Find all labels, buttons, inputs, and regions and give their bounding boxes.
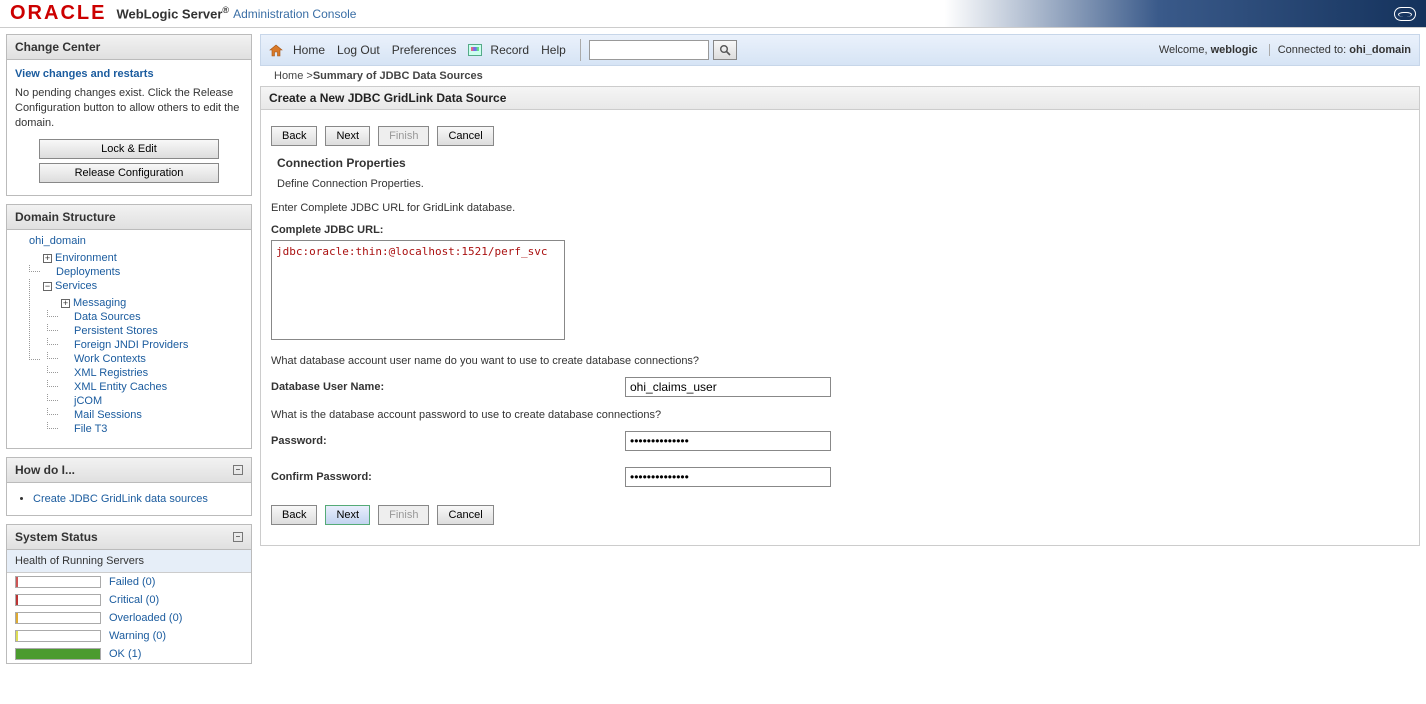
tree-work-contexts[interactable]: Work Contexts — [74, 353, 146, 365]
header-gradient — [356, 0, 1426, 27]
welcome-text: Welcome, weblogic Connected to: ohi_doma… — [1159, 44, 1411, 56]
cancel-button[interactable]: Cancel — [437, 126, 493, 146]
console-label: Administration Console — [233, 7, 356, 21]
status-bar-warning — [15, 630, 101, 642]
toolbar-logout[interactable]: Log Out — [337, 43, 380, 57]
username-input[interactable] — [625, 377, 831, 397]
jdbc-instruction: Enter Complete JDBC URL for GridLink dat… — [271, 202, 1409, 214]
confirm-password-label: Confirm Password: — [271, 471, 625, 483]
app-header: ORACLE WebLogic Server® Administration C… — [0, 0, 1426, 28]
cancel-button-bottom[interactable]: Cancel — [437, 505, 493, 525]
collapse-icon[interactable]: − — [43, 282, 52, 291]
domain-structure-panel: Domain Structure ohi_domain +Environment… — [6, 204, 252, 449]
status-bar-ok — [15, 648, 101, 660]
minimize-icon[interactable]: – — [233, 465, 243, 475]
username-label: Database User Name: — [271, 381, 625, 393]
back-button[interactable]: Back — [271, 126, 317, 146]
tree-file-t3[interactable]: File T3 — [74, 423, 107, 435]
tree-environment[interactable]: Environment — [55, 252, 117, 264]
status-bar-overloaded — [15, 612, 101, 624]
status-overloaded[interactable]: Overloaded (0) — [109, 612, 182, 624]
back-button-bottom[interactable]: Back — [271, 505, 317, 525]
main-toolbar: Home Log Out Preferences Record Help Wel… — [260, 34, 1420, 66]
tree-data-sources[interactable]: Data Sources — [74, 311, 141, 323]
toolbar-help[interactable]: Help — [541, 43, 566, 57]
search-input[interactable] — [589, 40, 709, 60]
status-critical[interactable]: Critical (0) — [109, 594, 159, 606]
password-question: What is the database account password to… — [271, 409, 1409, 421]
password-input[interactable] — [625, 431, 831, 451]
breadcrumb: Home >Summary of JDBC Data Sources — [260, 66, 1420, 86]
username-question: What database account user name do you w… — [271, 355, 1409, 367]
toolbar-preferences[interactable]: Preferences — [392, 43, 457, 57]
howdo-header: How do I... – — [7, 458, 251, 483]
tree-foreign-jndi[interactable]: Foreign JNDI Providers — [74, 339, 188, 351]
domain-tree-scroll[interactable]: ohi_domain +Environment Deployments −Ser… — [7, 230, 251, 448]
finish-button: Finish — [378, 126, 429, 146]
health-subtitle: Health of Running Servers — [7, 550, 251, 573]
help-orb-icon[interactable] — [1394, 7, 1416, 21]
jdbc-url-label: Complete JDBC URL: — [271, 224, 1409, 236]
tree-deployments[interactable]: Deployments — [56, 266, 120, 278]
next-button-bottom[interactable]: Next — [325, 505, 370, 525]
product-name: WebLogic Server® — [116, 5, 229, 21]
minimize-icon[interactable]: – — [233, 532, 243, 542]
section-heading: Connection Properties — [277, 156, 1409, 170]
jdbc-url-input[interactable]: jdbc:oracle:thin:@localhost:1521/perf_sv… — [271, 240, 565, 340]
lock-edit-button[interactable]: Lock & Edit — [39, 139, 219, 159]
release-config-button[interactable]: Release Configuration — [39, 163, 219, 183]
status-warning[interactable]: Warning (0) — [109, 630, 166, 642]
expand-icon[interactable]: + — [61, 299, 70, 308]
tree-persistent-stores[interactable]: Persistent Stores — [74, 325, 158, 337]
howdo-panel: How do I... – Create JDBC GridLink data … — [6, 457, 252, 516]
next-button[interactable]: Next — [325, 126, 370, 146]
pending-changes-text: No pending changes exist. Click the Rele… — [15, 86, 243, 131]
toolbar-separator — [580, 39, 581, 61]
tree-xml-registries[interactable]: XML Registries — [74, 367, 148, 379]
howdo-link-gridlink[interactable]: Create JDBC GridLink data sources — [33, 493, 208, 505]
status-failed[interactable]: Failed (0) — [109, 576, 155, 588]
search-button[interactable] — [713, 40, 737, 60]
system-status-header: System Status – — [7, 525, 251, 550]
button-row-bottom: Back Next Finish Cancel — [271, 505, 1409, 525]
home-icon[interactable] — [269, 44, 283, 57]
confirm-password-input[interactable] — [625, 467, 831, 487]
expand-icon[interactable]: + — [43, 254, 52, 263]
view-changes-link[interactable]: View changes and restarts — [15, 68, 243, 80]
change-center-panel: Change Center View changes and restarts … — [6, 34, 252, 196]
tree-messaging[interactable]: Messaging — [73, 297, 126, 309]
tree-root[interactable]: ohi_domain — [29, 235, 86, 247]
search-icon — [719, 44, 731, 56]
oracle-logo: ORACLE — [0, 2, 112, 25]
breadcrumb-current: Summary of JDBC Data Sources — [313, 70, 483, 82]
status-bar-critical — [15, 594, 101, 606]
status-ok[interactable]: OK (1) — [109, 648, 141, 660]
domain-structure-header: Domain Structure — [7, 205, 251, 230]
tree-xml-entity-caches[interactable]: XML Entity Caches — [74, 381, 167, 393]
tree-services[interactable]: Services — [55, 280, 97, 292]
finish-button-bottom: Finish — [378, 505, 429, 525]
system-status-panel: System Status – Health of Running Server… — [6, 524, 252, 664]
record-icon[interactable] — [468, 44, 482, 56]
tree-mail-sessions[interactable]: Mail Sessions — [74, 409, 142, 421]
form-title: Create a New JDBC GridLink Data Source — [260, 86, 1420, 110]
tree-jcom[interactable]: jCOM — [74, 395, 102, 407]
toolbar-home[interactable]: Home — [293, 43, 325, 57]
breadcrumb-home[interactable]: Home — [274, 70, 303, 82]
toolbar-record[interactable]: Record — [490, 43, 529, 57]
change-center-header: Change Center — [7, 35, 251, 60]
section-desc: Define Connection Properties. — [277, 178, 1409, 190]
status-bar-failed — [15, 576, 101, 588]
button-row-top: Back Next Finish Cancel — [271, 126, 1409, 146]
password-label: Password: — [271, 435, 625, 447]
